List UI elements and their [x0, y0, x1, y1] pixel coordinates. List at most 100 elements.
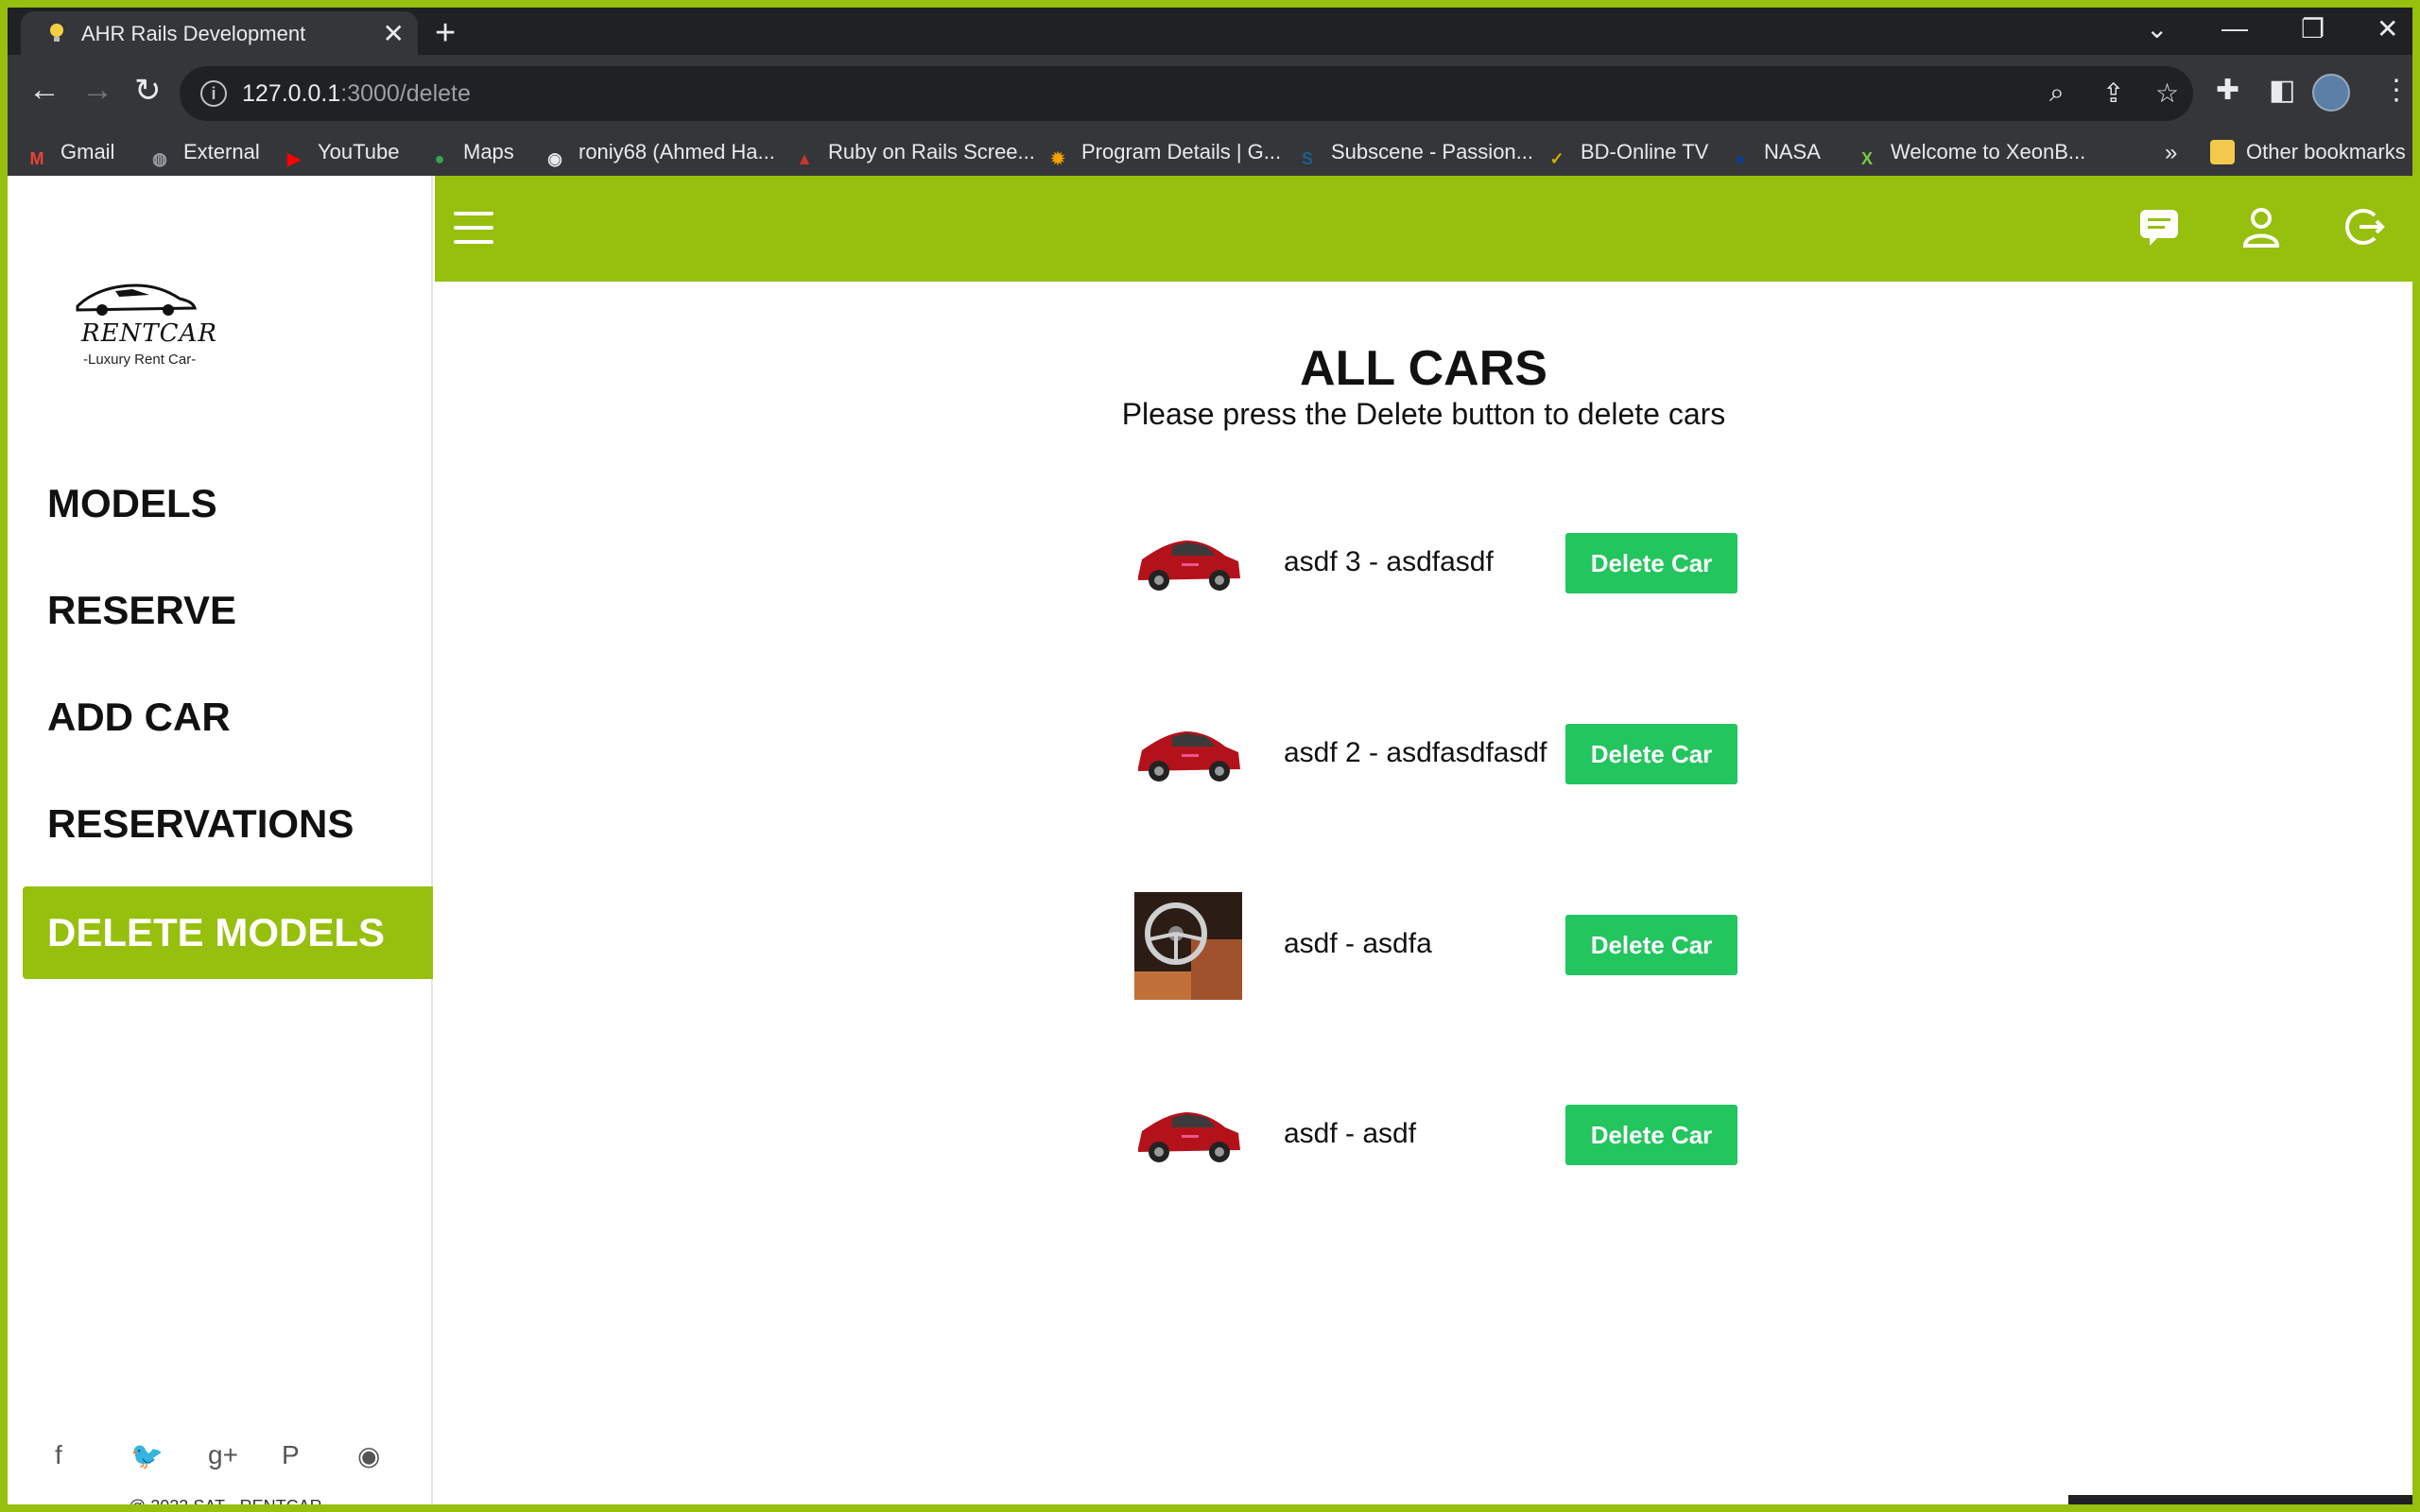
- sidebar: RENTCAR -Luxury Rent Car- MODELS RESERVE A…: [8, 176, 433, 1504]
- facebook-icon[interactable]: f: [55, 1440, 62, 1470]
- bookmark-item[interactable]: ◍ External: [147, 140, 260, 171]
- reload-icon[interactable]: ↻: [134, 72, 162, 110]
- bookmark-item[interactable]: ✹ Program Details | G...: [1046, 140, 1281, 171]
- car-row: asdf 3 - asdfasdf Delete Car: [1134, 510, 1796, 618]
- car-row: asdf 2 - asdfasdfasdf Delete Car: [1134, 701, 1796, 809]
- extensions-icon[interactable]: ✚: [2216, 74, 2239, 107]
- sidebar-item-add-car[interactable]: ADD CAR: [23, 671, 433, 764]
- browser-toolbar: ← → ↻ i 127.0.0.1:3000/delete ⌕ ⇪ ☆ ✚ ◧ …: [8, 55, 2412, 132]
- bookmark-label: NASA: [1764, 140, 1821, 163]
- bookmark-item[interactable]: ◉ roniy68 (Ahmed Ha...: [543, 140, 775, 171]
- sidebar-item-reservations[interactable]: RESERVATIONS: [23, 778, 433, 870]
- car-name: asdf 2 - asdfasdfasdf: [1284, 737, 1547, 768]
- side-panel-icon[interactable]: ◧: [2269, 74, 2295, 107]
- profile-avatar[interactable]: [2312, 74, 2350, 112]
- other-bookmarks[interactable]: Other bookmarks: [2210, 140, 2406, 164]
- delete-car-button[interactable]: Delete Car: [1565, 724, 1737, 784]
- user-icon[interactable]: [2237, 202, 2286, 251]
- delete-car-button[interactable]: Delete Car: [1565, 915, 1737, 975]
- main-content: ALL CARS Please press the Delete button …: [435, 282, 2412, 1504]
- page-subtitle: Please press the Delete button to delete…: [1121, 397, 1726, 431]
- car-image: [1134, 510, 1242, 618]
- minimize-icon[interactable]: —: [2221, 13, 2248, 43]
- logo-tagline: -Luxury Rent Car-: [83, 352, 197, 368]
- bookmark-label: roniy68 (Ahmed Ha...: [579, 140, 775, 163]
- github-icon[interactable]: ◉: [357, 1440, 380, 1471]
- car-row: asdf - asdf Delete Car: [1134, 1082, 1796, 1190]
- xeon-icon: X: [1860, 149, 1873, 168]
- subscene-icon: S: [1301, 149, 1313, 168]
- github-icon: ◉: [547, 149, 562, 168]
- app-topbar: [435, 176, 2412, 282]
- close-tab-icon[interactable]: ✕: [383, 18, 405, 49]
- tab-search-icon[interactable]: ⌄: [2146, 13, 2168, 44]
- delete-car-button[interactable]: Delete Car: [1565, 1105, 1737, 1165]
- logo-brand: RENTCAR: [81, 319, 217, 348]
- bookmark-item[interactable]: ▶ YouTube: [282, 140, 399, 171]
- nasa-icon: ●: [1735, 149, 1746, 168]
- tab-title: AHR Rails Development: [81, 22, 306, 45]
- bookmark-item[interactable]: S Subscene - Passion...: [1295, 140, 1533, 171]
- bookmark-item[interactable]: ● NASA: [1728, 140, 1821, 171]
- bookmark-item[interactable]: ✓ BD-Online TV: [1545, 140, 1708, 171]
- car-silhouette-icon: [76, 284, 197, 316]
- rentcar-logo[interactable]: RENTCAR -Luxury Rent Car-: [64, 274, 216, 376]
- bookmark-label: Welcome to XeonB...: [1891, 140, 2086, 163]
- back-icon[interactable]: ←: [28, 72, 60, 109]
- bookmark-label: Program Details | G...: [1081, 140, 1282, 163]
- bookmark-label: Subscene - Passion...: [1331, 140, 1534, 163]
- bookmarks-overflow-button[interactable]: »: [2165, 140, 2177, 166]
- zoom-icon[interactable]: ⌕: [2049, 77, 2065, 109]
- car-image: [1134, 701, 1242, 809]
- folder-icon: [2210, 140, 2235, 164]
- url-text: 127.0.0.1:3000/delete: [242, 80, 471, 107]
- youtube-icon: ▶: [287, 149, 301, 168]
- window-close-icon[interactable]: ✕: [2377, 13, 2398, 44]
- bookmarks-bar: » Other bookmarks M Gmail ◍ External ▶ YouTub…: [8, 132, 2412, 176]
- menu-dots-icon[interactable]: ⋮: [2382, 74, 2411, 107]
- car-image: [1134, 892, 1242, 1000]
- twitter-icon[interactable]: 🐦: [130, 1440, 164, 1471]
- car-image: [1134, 1082, 1242, 1190]
- bookmark-label: YouTube: [318, 140, 400, 163]
- site-info-icon[interactable]: i: [200, 80, 227, 107]
- hamburger-menu-icon[interactable]: [454, 212, 493, 244]
- globe-icon: ◍: [152, 149, 167, 168]
- program-icon: ✹: [1050, 149, 1065, 168]
- sidebar-item-models[interactable]: MODELS: [23, 457, 433, 550]
- forward-icon[interactable]: →: [81, 72, 113, 109]
- browser-tab[interactable]: AHR Rails Development ✕: [21, 11, 418, 55]
- rails-icon: ▲: [796, 149, 813, 168]
- lightbulb-icon: [50, 24, 63, 42]
- pinterest-icon[interactable]: P: [282, 1440, 300, 1470]
- bookmark-label: BD-Online TV: [1581, 140, 1709, 163]
- page-title: ALL CARS: [1300, 341, 1547, 396]
- google-plus-icon[interactable]: g+: [208, 1440, 238, 1470]
- bookmark-star-icon[interactable]: ☆: [2155, 77, 2179, 109]
- copyright: @ 2023 SAT - RENTCAR: [129, 1497, 322, 1504]
- bookmark-label: Gmail: [60, 140, 115, 163]
- delete-car-button[interactable]: Delete Car: [1565, 533, 1737, 593]
- bookmark-item[interactable]: ▲ Ruby on Rails Scree...: [792, 140, 1035, 171]
- bookmark-label: Ruby on Rails Scree...: [828, 140, 1035, 163]
- share-icon[interactable]: ⇪: [2102, 77, 2124, 109]
- car-name: asdf - asdfa: [1284, 928, 1432, 959]
- restore-icon[interactable]: ❐: [2301, 13, 2325, 44]
- car-name: asdf - asdf: [1284, 1118, 1417, 1149]
- sidebar-item-delete-models[interactable]: DELETE MODELS: [23, 886, 433, 979]
- bookmark-label: Maps: [463, 140, 514, 163]
- bookmark-label: External: [183, 140, 260, 163]
- new-tab-button[interactable]: +: [435, 13, 456, 54]
- browser-window: AHR Rails Development ✕ + ⌄ — ❐ ✕ ← → ↻ …: [8, 8, 2412, 1504]
- chat-icon[interactable]: [2135, 202, 2184, 251]
- bdtv-icon: ✓: [1549, 149, 1564, 168]
- logout-icon[interactable]: [2339, 202, 2388, 251]
- gmail-icon: M: [29, 149, 44, 168]
- bookmark-item[interactable]: M Gmail: [25, 140, 115, 171]
- car-name: asdf 3 - asdfasdf: [1284, 546, 1494, 577]
- bookmark-item[interactable]: X Welcome to XeonB...: [1855, 140, 2085, 171]
- address-bar[interactable]: i 127.0.0.1:3000/delete ⌕ ⇪ ☆: [180, 66, 2193, 121]
- tab-bar: AHR Rails Development ✕ + ⌄ — ❐ ✕: [8, 8, 2412, 55]
- sidebar-item-reserve[interactable]: RESERVE: [23, 564, 433, 657]
- bookmark-item[interactable]: ● Maps: [427, 140, 514, 171]
